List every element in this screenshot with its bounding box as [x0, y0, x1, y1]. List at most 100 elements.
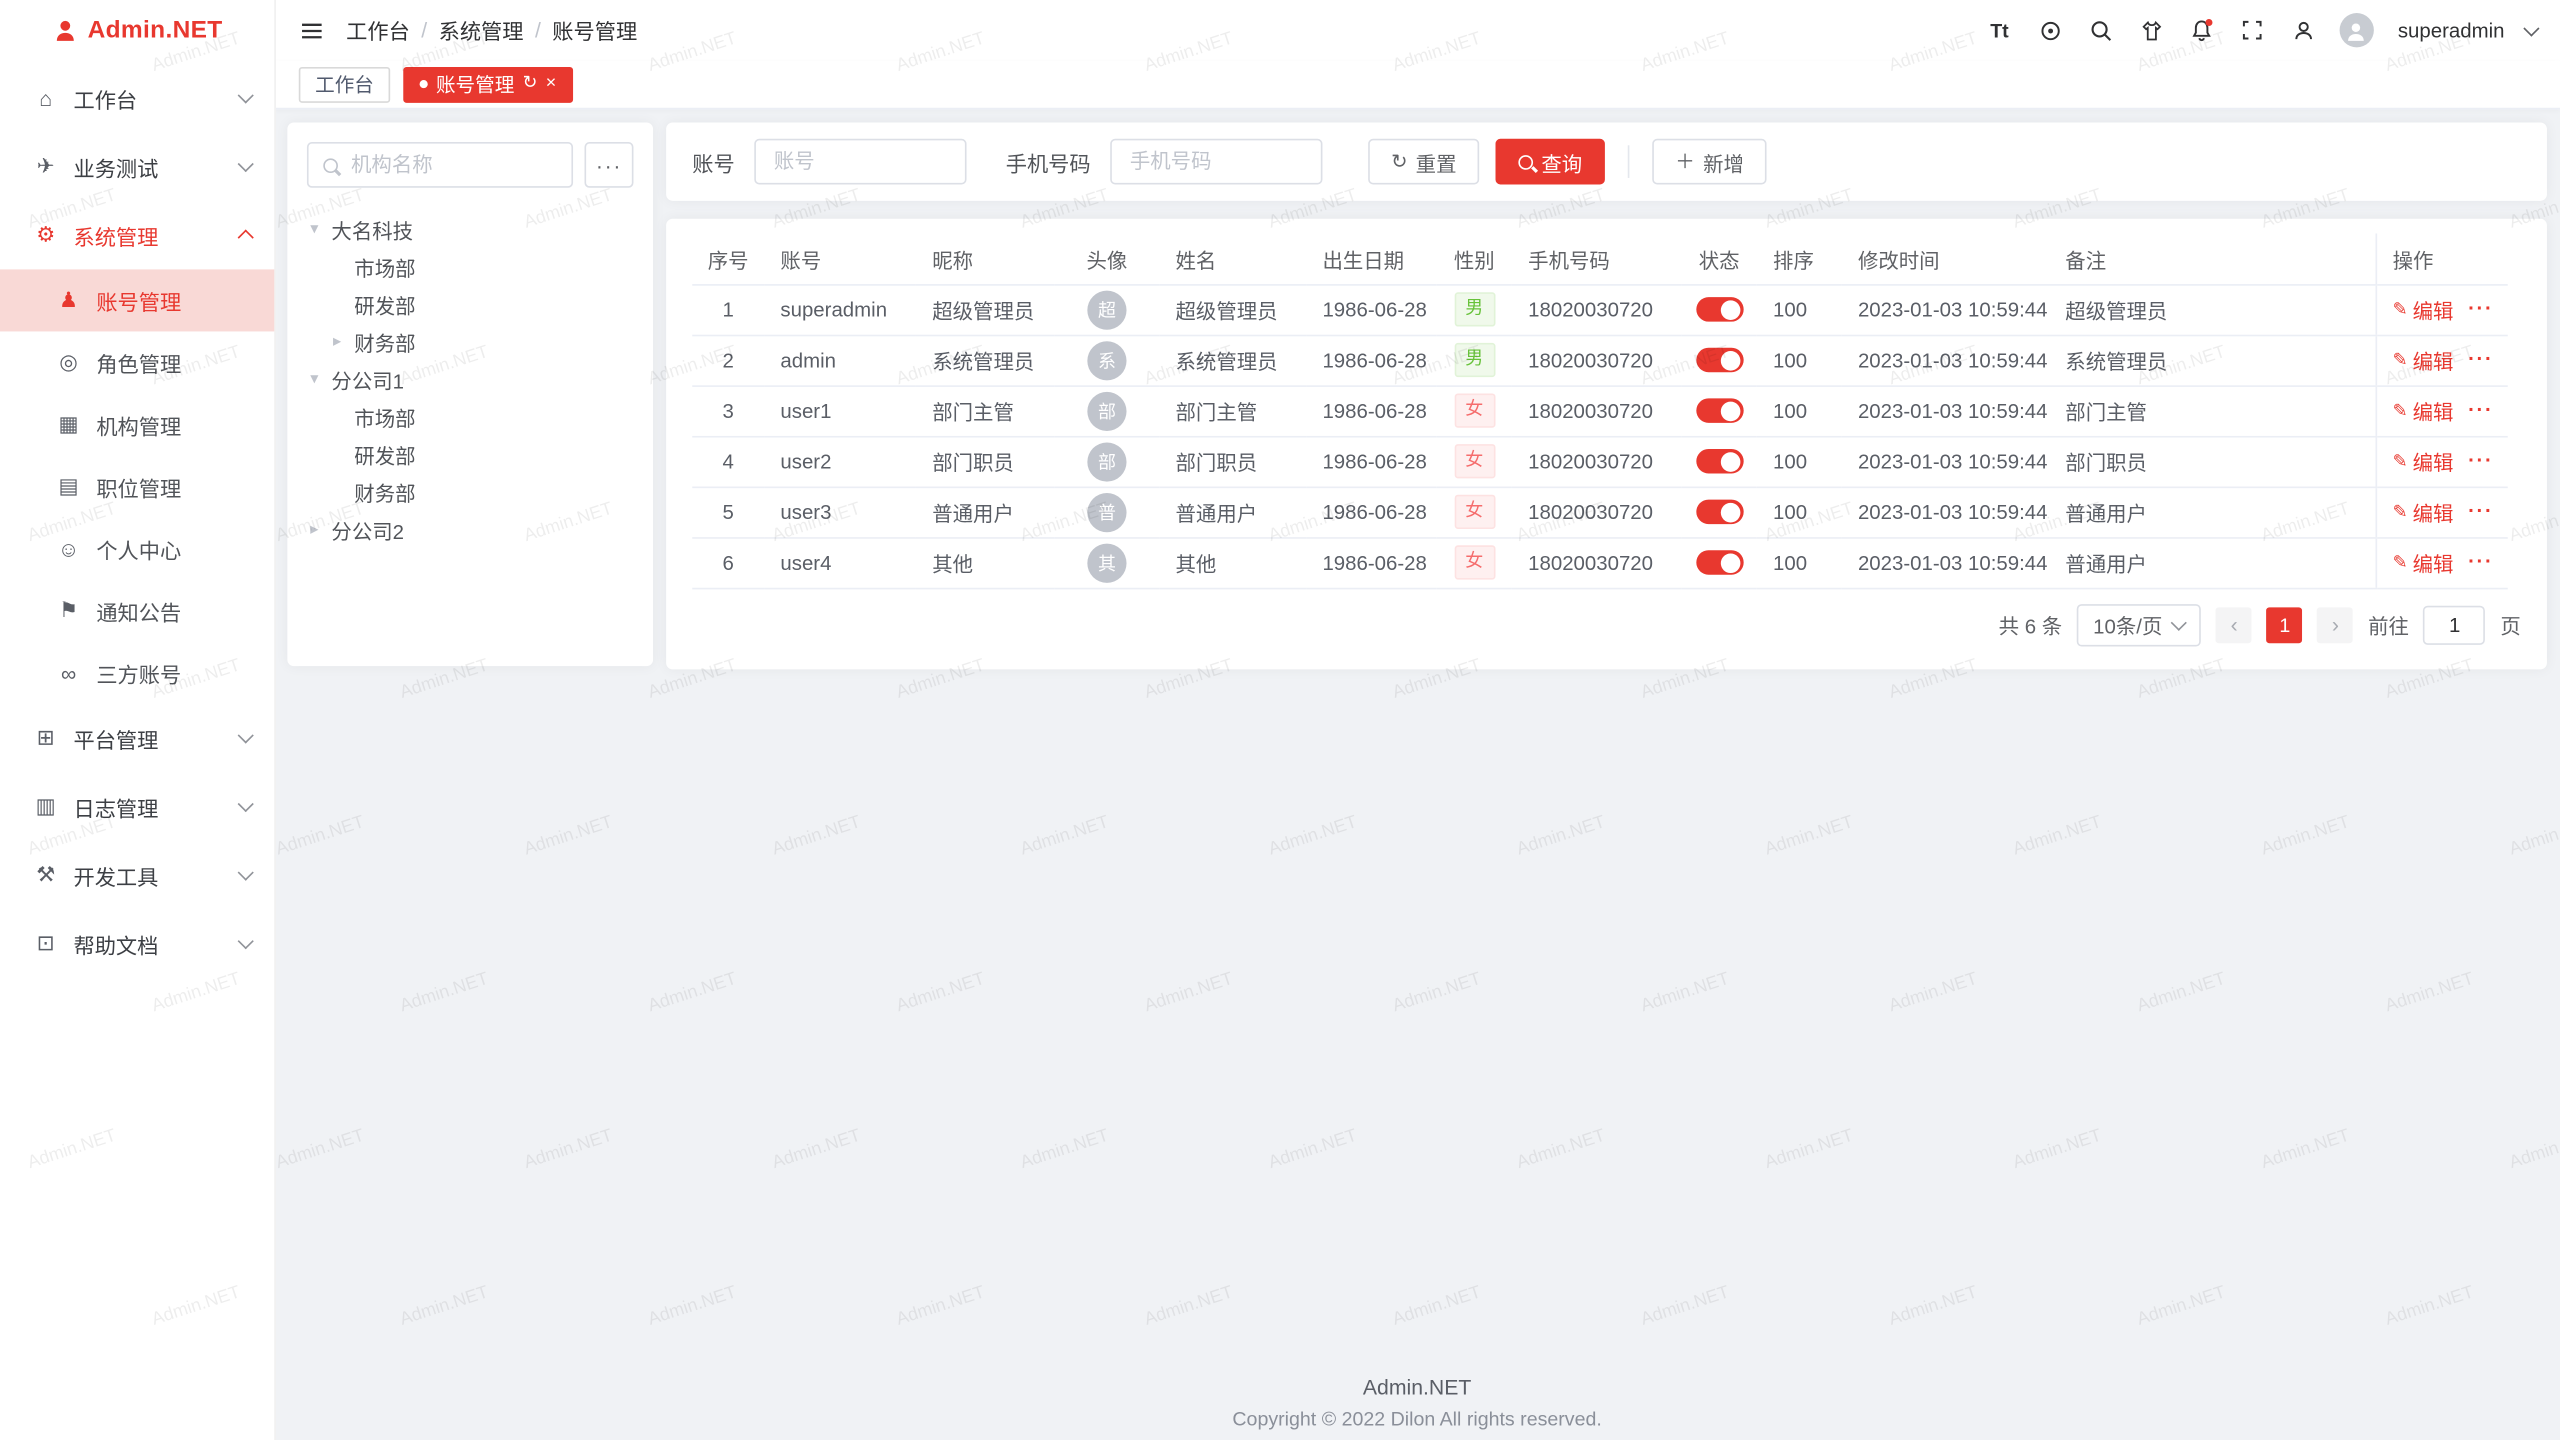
- cell-index: 2: [692, 335, 764, 386]
- page-number-1[interactable]: 1: [2267, 607, 2303, 643]
- sidebar-item-机构管理[interactable]: ▦机构管理: [0, 393, 274, 455]
- cell-birthdate: 1986-06-28: [1306, 537, 1437, 588]
- caret-right-icon[interactable]: ▸: [310, 521, 331, 539]
- bell-icon[interactable]: [2187, 16, 2216, 45]
- divider: [1628, 145, 1630, 178]
- page-size-select[interactable]: 10条/页: [2077, 603, 2202, 645]
- tree-node-市场部[interactable]: 市场部: [307, 398, 634, 436]
- tree-more-button[interactable]: ···: [584, 142, 633, 188]
- hamburger-icon[interactable]: [297, 16, 326, 45]
- sidebar-item-职位管理[interactable]: ▤职位管理: [0, 456, 274, 518]
- breadcrumb-item[interactable]: 工作台: [346, 15, 410, 46]
- sidebar-item-帮助文档[interactable]: ⊡帮助文档: [0, 909, 274, 978]
- more-actions-button[interactable]: ···: [2468, 348, 2493, 371]
- cell-remark: 部门主管: [2049, 385, 2376, 436]
- org-search-field[interactable]: [307, 142, 573, 188]
- user-name[interactable]: superadmin: [2398, 19, 2505, 42]
- thirdparty-icon: ∞: [56, 660, 82, 684]
- column-header: 备注: [2049, 233, 2376, 284]
- edit-button[interactable]: ✎编辑: [2393, 395, 2454, 426]
- sidebar-item-开发工具[interactable]: ⚒开发工具: [0, 841, 274, 910]
- tree-node-研发部[interactable]: 研发部: [307, 436, 634, 474]
- next-page-button[interactable]: ›: [2317, 607, 2353, 643]
- tab-label: 账号管理: [436, 70, 514, 98]
- tree-node-label: 研发部: [354, 289, 415, 320]
- phone-field[interactable]: [1110, 139, 1322, 185]
- more-actions-button[interactable]: ···: [2468, 500, 2493, 523]
- sidebar-item-角色管理[interactable]: ◎角色管理: [0, 331, 274, 393]
- edit-button[interactable]: ✎编辑: [2393, 547, 2454, 578]
- reset-button[interactable]: ↻ 重置: [1368, 139, 1479, 185]
- sidebar-item-系统管理[interactable]: ⚙系统管理: [0, 201, 274, 270]
- more-actions-button[interactable]: ···: [2468, 297, 2493, 320]
- user-icon[interactable]: [2288, 16, 2317, 45]
- add-button[interactable]: ＋ 新增: [1652, 139, 1766, 185]
- sidebar-item-label: 通知公告: [96, 595, 251, 626]
- sidebar-item-个人中心[interactable]: ☺个人中心: [0, 518, 274, 580]
- avatar: 超: [1087, 290, 1126, 329]
- sidebar-item-平台管理[interactable]: ⊞平台管理: [0, 704, 274, 773]
- theme-icon[interactable]: [2137, 16, 2166, 45]
- more-actions-button[interactable]: ···: [2468, 550, 2493, 573]
- tree-node-研发部[interactable]: 研发部: [307, 286, 634, 324]
- avatar[interactable]: [2339, 13, 2373, 47]
- search-button[interactable]: 查询: [1496, 139, 1605, 185]
- status-toggle[interactable]: [1696, 348, 1743, 372]
- locate-icon[interactable]: [2035, 16, 2064, 45]
- caret-right-icon[interactable]: ▸: [333, 333, 354, 351]
- more-actions-button[interactable]: ···: [2468, 449, 2493, 472]
- app-root: Admin.NET ⌂工作台✈业务测试⚙系统管理♟账号管理◎角色管理▦机构管理▤…: [0, 0, 2560, 1440]
- tab-refresh-icon[interactable]: ↻: [522, 75, 537, 93]
- sidebar-item-三方账号[interactable]: ∞三方账号: [0, 642, 274, 704]
- status-toggle[interactable]: [1696, 399, 1743, 423]
- status-toggle[interactable]: [1696, 297, 1743, 321]
- toggle-knob: [1721, 401, 1741, 421]
- edit-icon: ✎: [2393, 299, 2408, 320]
- fullscreen-icon[interactable]: [2238, 16, 2267, 45]
- search-icon[interactable]: [2086, 16, 2115, 45]
- tab-workbench[interactable]: 工作台: [299, 66, 390, 102]
- tree-node-分公司1[interactable]: ▾分公司1: [307, 361, 634, 399]
- sidebar-item-日志管理[interactable]: ▥日志管理: [0, 772, 274, 841]
- edit-button[interactable]: ✎编辑: [2393, 446, 2454, 477]
- tab-label: 工作台: [315, 70, 374, 98]
- tree-node-大名科技[interactable]: ▾大名科技: [307, 211, 634, 249]
- breadcrumb-item[interactable]: 系统管理: [439, 15, 524, 46]
- tab-close-icon[interactable]: ×: [546, 75, 557, 93]
- logo[interactable]: Admin.NET: [0, 0, 274, 60]
- sidebar-item-label: 日志管理: [73, 791, 240, 822]
- breadcrumb-item[interactable]: 账号管理: [552, 15, 637, 46]
- more-actions-button[interactable]: ···: [2468, 398, 2493, 421]
- phone-input[interactable]: [1127, 149, 1307, 175]
- sidebar-item-账号管理[interactable]: ♟账号管理: [0, 269, 274, 331]
- caret-down-icon[interactable]: ▾: [310, 371, 331, 389]
- sidebar-item-工作台[interactable]: ⌂工作台: [0, 64, 274, 133]
- tree-node-财务部[interactable]: 财务部: [307, 473, 634, 511]
- edit-button[interactable]: ✎编辑: [2393, 344, 2454, 375]
- chevron-down-icon[interactable]: [2523, 20, 2539, 36]
- sidebar-item-通知公告[interactable]: ⚑通知公告: [0, 580, 274, 642]
- account-input[interactable]: [771, 149, 951, 175]
- font-size-icon[interactable]: Tt: [1985, 16, 2014, 45]
- account-field[interactable]: [754, 139, 966, 185]
- tab-account-management[interactable]: 账号管理 ↻ ×: [403, 66, 572, 102]
- chevron-down-icon: [238, 87, 254, 103]
- cell-remark: 普通用户: [2049, 487, 2376, 538]
- cell-account: user1: [764, 385, 916, 436]
- edit-button[interactable]: ✎编辑: [2393, 294, 2454, 325]
- tree-node-财务部[interactable]: ▸财务部: [307, 323, 634, 361]
- org-search-input[interactable]: [348, 152, 557, 178]
- goto-input[interactable]: [2440, 611, 2469, 637]
- sidebar-item-业务测试[interactable]: ✈业务测试: [0, 132, 274, 201]
- tree-node-分公司2[interactable]: ▸分公司2: [307, 511, 634, 549]
- goto-field[interactable]: [2424, 605, 2486, 644]
- status-toggle[interactable]: [1696, 500, 1743, 524]
- caret-down-icon[interactable]: ▾: [310, 220, 331, 238]
- tree-node-市场部[interactable]: 市场部: [307, 248, 634, 286]
- prev-page-button[interactable]: ‹: [2216, 607, 2252, 643]
- logo-icon: [52, 17, 78, 43]
- edit-button[interactable]: ✎编辑: [2393, 496, 2454, 527]
- cell-gender: 男: [1437, 284, 1512, 335]
- status-toggle[interactable]: [1696, 550, 1743, 574]
- status-toggle[interactable]: [1696, 449, 1743, 473]
